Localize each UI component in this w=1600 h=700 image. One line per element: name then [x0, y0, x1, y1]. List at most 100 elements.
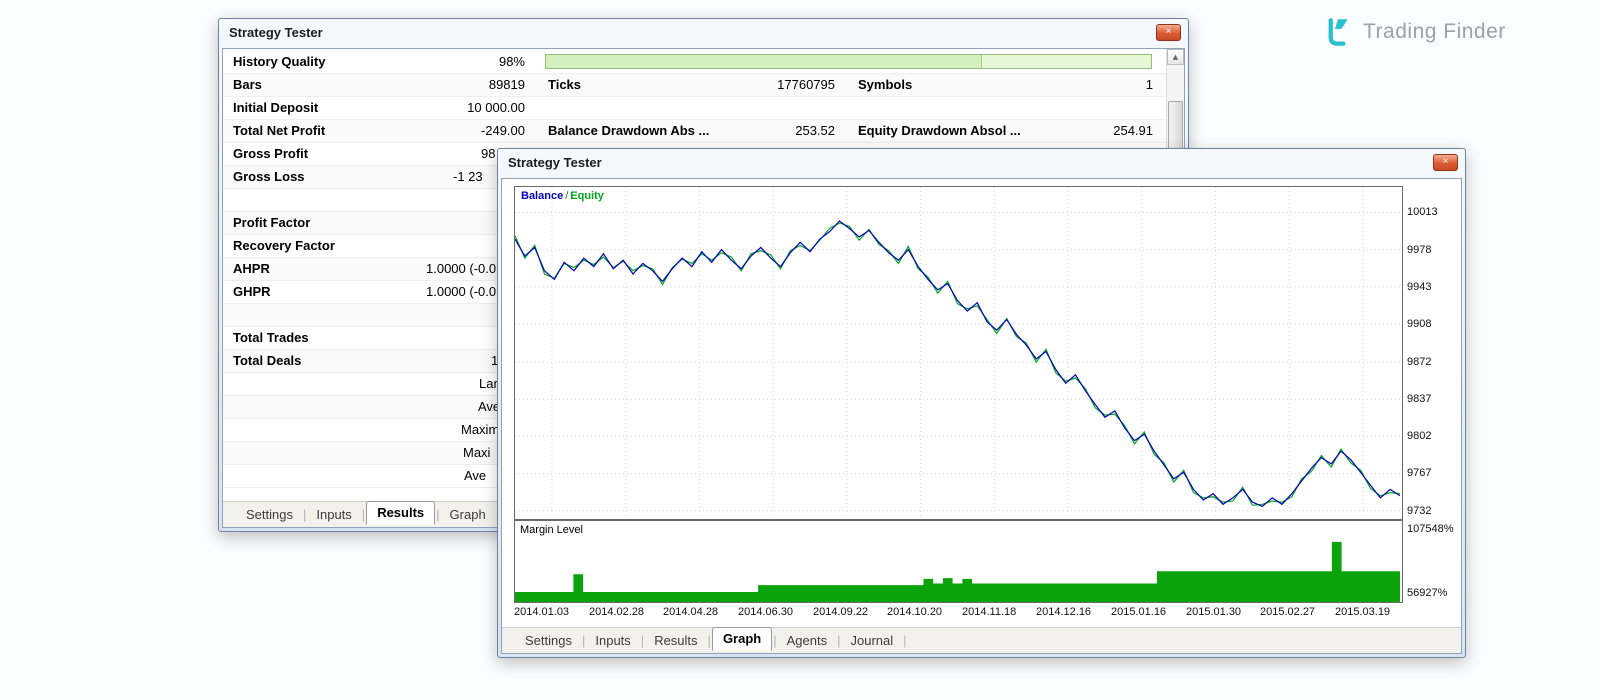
legend-equity: Equity: [570, 190, 604, 202]
y-axis-label: 9908: [1407, 318, 1431, 330]
tab-results[interactable]: Results: [645, 631, 706, 650]
graph-client-area: Balance/Equity 1001399789943990898729837…: [501, 178, 1462, 654]
tab-settings[interactable]: Settings: [237, 505, 302, 524]
arrow-up-icon: ▲: [1173, 53, 1178, 61]
row-label: History Quality: [233, 51, 325, 73]
x-axis-label: 2014.09.22: [813, 606, 868, 618]
row-label: Total Trades: [233, 327, 309, 349]
titlebar[interactable]: Strategy Tester ×: [219, 19, 1188, 45]
tab-inputs[interactable]: Inputs: [307, 505, 360, 524]
close-button[interactable]: ×: [1433, 154, 1458, 171]
row-value-truncated: Maxi: [463, 442, 490, 464]
row-value: 17760795: [685, 74, 835, 96]
row-value: 1: [1003, 74, 1153, 96]
desktop: Trading Finder Strategy Tester × History…: [0, 0, 1600, 700]
margin-level-panel[interactable]: Margin Level: [514, 520, 1403, 603]
x-axis-label: 2014.11.18: [962, 606, 1016, 618]
margin-max-label: 107548%: [1407, 523, 1454, 535]
y-axis-label: 10013: [1407, 206, 1438, 218]
x-axis-label: 2014.10.20: [887, 606, 942, 618]
progress-fill: [546, 55, 982, 68]
tab-graph[interactable]: Graph: [441, 505, 495, 524]
row-value: 98%: [375, 51, 525, 73]
tab-bar: Settings|Inputs|Results|Graph|Agents|Jou…: [502, 627, 1461, 653]
row-label: Recovery Factor: [233, 235, 335, 257]
close-icon: ×: [1443, 156, 1449, 167]
row-label: AHPR: [233, 258, 270, 280]
row-label: GHPR: [233, 281, 271, 303]
tab-separator: |: [837, 633, 840, 648]
row-value-truncated: Ave: [464, 465, 486, 487]
window-title: Strategy Tester: [508, 155, 602, 170]
strategy-tester-graph-window: Strategy Tester × Balance/Equity 10013 99…: [497, 148, 1466, 658]
tab-separator: |: [436, 507, 439, 522]
scroll-up-button[interactable]: ▲: [1167, 49, 1184, 65]
chart-canvas: [515, 187, 1400, 517]
x-axis-label: 2014.12.16: [1036, 606, 1091, 618]
x-axis-label: 2015.01.30: [1186, 606, 1241, 618]
tab-settings[interactable]: Settings: [516, 631, 581, 650]
tab-results[interactable]: Results: [366, 501, 435, 525]
row-label: Initial Deposit: [233, 97, 318, 119]
tab-separator: |: [362, 507, 365, 522]
chart-legend: Balance/Equity: [521, 190, 604, 202]
row-value: -249.00: [375, 120, 525, 142]
balance-line: [515, 221, 1400, 506]
equity-line: [515, 223, 1400, 505]
tab-journal[interactable]: Journal: [842, 631, 903, 650]
table-row[interactable]: Total Net Profit-249.00Balance Drawdown …: [223, 120, 1167, 143]
trading-finder-icon: [1318, 14, 1354, 50]
row-value-truncated: 1.0000 (-0.0: [426, 258, 496, 280]
row-label: Gross Loss: [233, 166, 305, 188]
balance-equity-chart[interactable]: Balance/Equity: [514, 186, 1403, 520]
table-row[interactable]: History Quality 98%: [223, 51, 1167, 74]
y-axis-label: 9732: [1407, 505, 1431, 517]
tab-inputs[interactable]: Inputs: [586, 631, 639, 650]
y-axis-label: 9943: [1407, 281, 1431, 293]
tab-separator: |: [708, 633, 711, 648]
row-label: Gross Profit: [233, 143, 308, 165]
row-label: Profit Factor: [233, 212, 310, 234]
row-value: 10 000.00: [375, 97, 525, 119]
row-label: Symbols: [858, 74, 912, 96]
titlebar[interactable]: Strategy Tester ×: [498, 149, 1465, 175]
x-axis-label: 2015.02.27: [1260, 606, 1315, 618]
row-value-truncated: 98: [481, 143, 495, 165]
tab-separator: |: [641, 633, 644, 648]
history-quality-progressbar: [545, 54, 1152, 69]
table-row[interactable]: Bars89819Ticks17760795Symbols1: [223, 74, 1167, 97]
x-axis-label: 2014.06.30: [738, 606, 793, 618]
tab-separator: |: [773, 633, 776, 648]
margin-level-label: Margin Level: [520, 524, 583, 536]
x-axis-label: 2014.02.28: [589, 606, 644, 618]
row-value-truncated: -1 23: [453, 166, 483, 188]
window-title: Strategy Tester: [229, 25, 323, 40]
y-axis-label: 9872: [1407, 356, 1431, 368]
trading-finder-logo: Trading Finder: [1318, 14, 1506, 50]
x-axis-label: 2014.01.03: [514, 606, 569, 618]
x-axis-label: 2015.03.19: [1335, 606, 1390, 618]
tab-graph[interactable]: Graph: [712, 627, 772, 651]
row-value-truncated: Maxim: [461, 419, 499, 441]
row-value: 254.91: [1003, 120, 1153, 142]
x-axis-label: 2015.01.16: [1111, 606, 1166, 618]
row-value-truncated: 1.0000 (-0.0: [426, 281, 496, 303]
row-label: Total Deals: [233, 350, 301, 372]
row-value-truncated: Lar: [479, 373, 498, 395]
row-label: Total Net Profit: [233, 120, 325, 142]
close-icon: ×: [1166, 26, 1172, 37]
tab-separator: |: [582, 633, 585, 648]
x-axis-label: 2014.04.28: [663, 606, 718, 618]
row-label: Ticks: [548, 74, 581, 96]
logo-text: Trading Finder: [1363, 20, 1506, 44]
tab-separator: |: [903, 633, 906, 648]
y-axis-label: 9802: [1407, 430, 1431, 442]
margin-min-label: 56927%: [1407, 587, 1447, 599]
tab-agents[interactable]: Agents: [778, 631, 836, 650]
row-value: 253.52: [685, 120, 835, 142]
scrollbar-thumb[interactable]: [1168, 101, 1183, 153]
close-button[interactable]: ×: [1156, 24, 1181, 41]
table-row[interactable]: Initial Deposit 10 000.00: [223, 97, 1167, 120]
y-axis-label: 9767: [1407, 467, 1431, 479]
legend-balance: Balance: [521, 190, 563, 202]
